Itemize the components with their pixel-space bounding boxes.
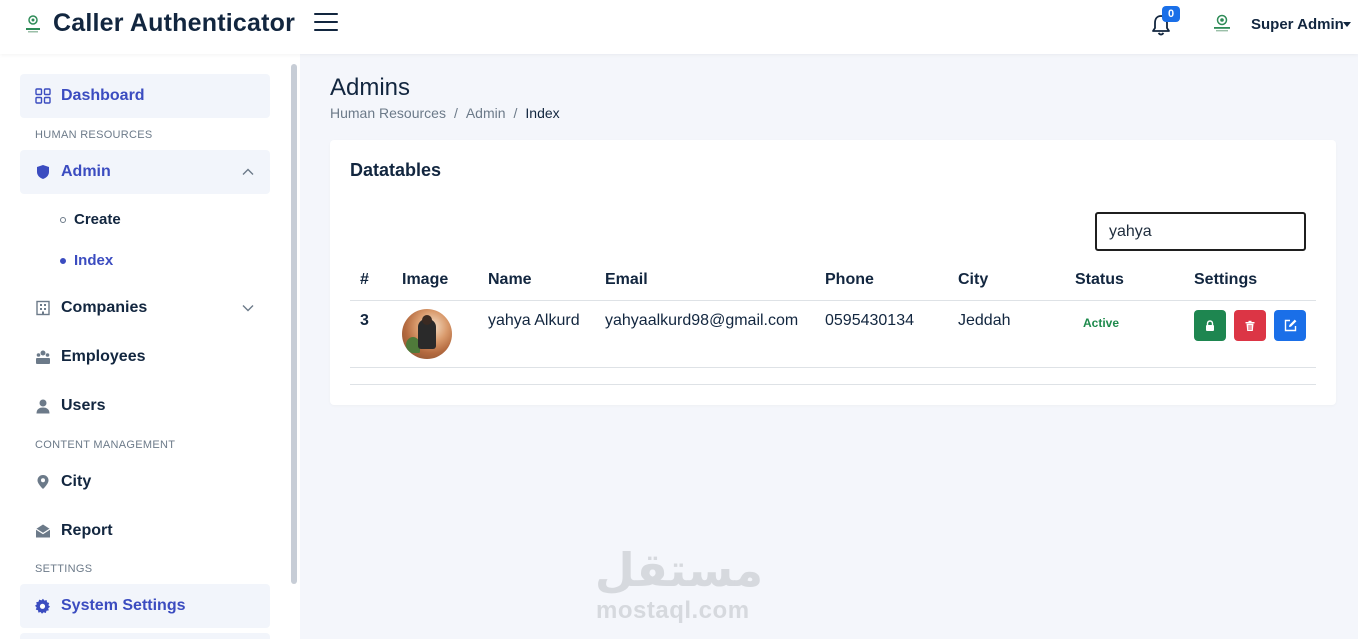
user-icon <box>36 399 50 414</box>
sidebar-item-companies[interactable]: Companies <box>20 286 270 330</box>
chevron-up-icon <box>242 168 254 175</box>
hamburger-menu-icon[interactable] <box>314 13 338 35</box>
cell-phone: 0595430134 <box>825 312 914 329</box>
sidebar-item-label: Users <box>61 397 106 414</box>
user-avatar-icon <box>1214 14 1230 32</box>
top-header: Caller Authenticator 0 Super Admin <box>0 0 1358 54</box>
table-header-divider <box>350 300 1316 301</box>
cell-id: 3 <box>360 312 369 329</box>
section-label-hr: HUMAN RESOURCES <box>35 129 153 141</box>
edit-button[interactable] <box>1274 310 1306 341</box>
datatable-card: Datatables # Image Name Email Phone City… <box>330 140 1336 405</box>
breadcrumb-link-hr[interactable]: Human Resources <box>330 105 446 121</box>
breadcrumb-separator: / <box>513 105 518 121</box>
column-header-id[interactable]: # <box>360 271 369 289</box>
page-title: Admins <box>330 74 411 101</box>
grid-icon <box>35 88 51 104</box>
edit-icon <box>1284 319 1296 332</box>
sidebar-item-label: Companies <box>61 299 148 316</box>
sidebar-subitem-label: Create <box>74 211 121 228</box>
status-badge: Active <box>1083 316 1120 330</box>
column-header-status[interactable]: Status <box>1075 271 1124 289</box>
cell-name: yahya Alkurd <box>488 312 580 329</box>
sidebar-item-report[interactable]: Report <box>20 509 270 553</box>
column-header-image[interactable]: Image <box>402 271 448 289</box>
cell-email: yahyaalkurd98@gmail.com <box>605 312 799 329</box>
section-label-content: CONTENT MANAGEMENT <box>35 439 176 451</box>
trash-icon <box>1245 320 1255 331</box>
map-pin-icon <box>37 475 49 489</box>
app-title: Caller Authenticator <box>53 9 296 37</box>
column-header-settings[interactable]: Settings <box>1194 271 1257 289</box>
notification-badge: 0 <box>1162 6 1180 22</box>
sidebar-item-admin[interactable]: Admin <box>20 150 270 194</box>
sidebar-scrollbar[interactable] <box>291 64 297 584</box>
sidebar-item-system-settings[interactable]: System Settings <box>20 584 270 628</box>
sidebar-item-users[interactable]: Users <box>20 384 270 428</box>
table-row-divider <box>350 367 1316 368</box>
circle-icon <box>60 257 66 264</box>
lock-button[interactable] <box>1194 310 1226 341</box>
user-photo <box>402 309 452 359</box>
breadcrumb-separator: / <box>453 105 458 121</box>
sidebar-item-employees[interactable]: Employees <box>20 335 270 379</box>
column-header-city[interactable]: City <box>958 271 988 289</box>
card-title: Datatables <box>350 160 442 180</box>
search-input[interactable] <box>1095 212 1306 251</box>
column-header-phone[interactable]: Phone <box>825 271 874 289</box>
lock-icon <box>1206 319 1214 331</box>
section-label-settings: SETTINGS <box>35 563 93 575</box>
sidebar-item-partial <box>20 633 270 639</box>
sidebar-subitem-index[interactable]: Index <box>60 252 113 269</box>
sidebar-item-label: System Settings <box>61 597 186 614</box>
sidebar-item-label: Employees <box>61 348 146 365</box>
envelope-open-icon <box>35 524 51 538</box>
watermark-arabic: مستقل <box>596 543 762 597</box>
breadcrumb-current: Index <box>525 105 560 121</box>
shield-icon <box>37 165 49 179</box>
logo-icon <box>26 15 40 33</box>
column-header-email[interactable]: Email <box>605 271 648 289</box>
delete-button[interactable] <box>1234 310 1266 341</box>
sidebar-item-dashboard[interactable]: Dashboard <box>20 74 270 118</box>
table-footer-divider <box>350 384 1316 385</box>
gear-icon <box>35 598 50 614</box>
column-header-name[interactable]: Name <box>488 271 532 289</box>
watermark-logo: مستقل <box>596 543 762 597</box>
chevron-down-icon <box>242 305 254 312</box>
sidebar-item-label: Report <box>61 522 113 539</box>
breadcrumb-link-admin[interactable]: Admin <box>466 105 506 121</box>
caret-down-icon[interactable] <box>1343 22 1351 27</box>
sidebar-item-city[interactable]: City <box>20 460 270 504</box>
sidebar-subitem-create[interactable]: Create <box>60 211 121 228</box>
sidebar-item-label: Admin <box>61 163 111 180</box>
sidebar-item-label: Dashboard <box>61 87 145 104</box>
watermark-text: mostaql.com <box>596 597 750 624</box>
breadcrumb: Human Resources / Admin / Index <box>330 105 560 121</box>
sidebar-item-label: City <box>61 473 92 490</box>
building-icon <box>36 300 50 316</box>
sidebar-subitem-label: Index <box>74 252 114 269</box>
user-menu-button[interactable]: Super Admin <box>1251 16 1344 33</box>
circle-icon <box>60 216 66 223</box>
cell-city: Jeddah <box>958 312 1011 329</box>
employees-icon <box>36 350 50 364</box>
